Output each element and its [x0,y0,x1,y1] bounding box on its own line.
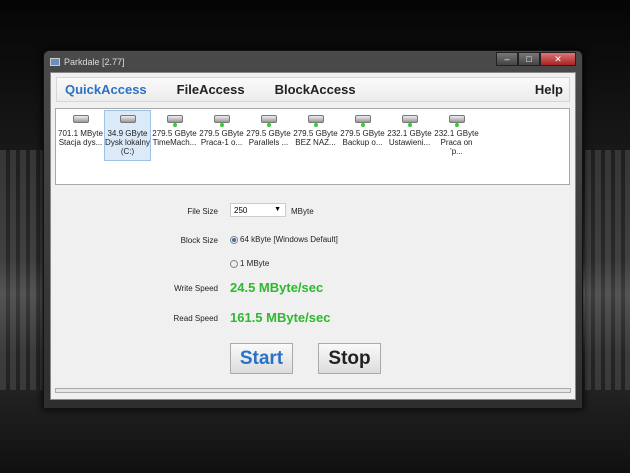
network-drive-icon [165,113,185,127]
drive-item[interactable]: 34.9 GByte Dysk lokalny (C:) [104,110,151,161]
tab-help[interactable]: Help [535,82,563,97]
drive-name: Ustawieni... [388,138,431,147]
file-size-value: 250 [234,206,248,215]
drive-item[interactable]: 279.5 GByte TimeMach... [151,110,198,161]
drive-item[interactable]: 279.5 GByte Praca-1 o... [198,110,245,161]
drive-size: 701.1 MByte [58,129,103,138]
drive-name: Dysk lokalny (C:) [105,138,150,156]
drive-item[interactable]: 279.5 GByte BEZ NAZ... [292,110,339,161]
block-option-label: 1 MByte [240,259,270,268]
drive-size: 279.5 GByte [152,129,197,138]
network-drive-icon [353,113,373,127]
hard-drive-icon [118,113,138,127]
drive-name: Parallels ... [248,138,289,147]
drive-name: Backup o... [342,138,383,147]
write-speed-label: Write Speed [174,284,218,293]
drive-name: Praca on 'p... [440,138,473,156]
stop-button[interactable]: Stop [318,343,381,374]
read-speed-value: 161.5 MByte/sec [230,310,331,325]
block-size-1m-radio[interactable]: 1 MByte [230,259,269,268]
minimize-button[interactable]: – [496,52,518,66]
drive-name: Praca-1 o... [200,138,243,147]
start-button[interactable]: Start [230,343,293,374]
drive-name: TimeMach... [152,138,197,147]
window-title: Parkdale [2.77] [64,57,125,67]
drive-size: 232.1 GByte [387,129,432,138]
close-button[interactable]: ✕ [540,52,576,66]
drive-item[interactable]: 279.5 GByte Parallels ... [245,110,292,161]
drive-item[interactable]: 279.5 GByte Backup o... [339,110,386,161]
drive-size: 232.1 GByte [434,129,479,138]
drive-item[interactable]: 232.1 GByte Praca on 'p... [433,110,480,161]
network-drive-icon [447,113,467,127]
progress-bar [55,388,571,393]
drive-size: 34.9 GByte [107,129,148,138]
client-area: QuickAccess FileAccess BlockAccess Help … [50,72,576,400]
drive-size: 279.5 GByte [293,129,338,138]
tab-bar: QuickAccess FileAccess BlockAccess Help [56,77,570,102]
network-drive-icon [306,113,326,127]
optical-drive-icon [71,113,91,127]
write-speed-value: 24.5 MByte/sec [230,280,324,295]
drive-size: 279.5 GByte [340,129,385,138]
drive-name: BEZ NAZ... [295,138,336,147]
drive-list: 701.1 MByte Stacja dys... 34.9 GByte Dys… [55,108,570,185]
network-drive-icon [212,113,232,127]
tab-blockaccess[interactable]: BlockAccess [275,82,356,97]
block-size-64k-radio[interactable]: 64 kByte [Windows Default] [230,235,338,244]
drive-size: 279.5 GByte [199,129,244,138]
file-size-label: File Size [187,207,218,216]
drive-size: 279.5 GByte [246,129,291,138]
background-city [0,150,45,390]
tab-fileaccess[interactable]: FileAccess [177,82,245,97]
tab-quickaccess[interactable]: QuickAccess [65,82,147,97]
file-size-unit: MByte [291,207,314,216]
app-window: Parkdale [2.77] – □ ✕ QuickAccess FileAc… [43,50,583,409]
drive-item[interactable]: 232.1 GByte Ustawieni... [386,110,433,161]
network-drive-icon [259,113,279,127]
drive-item[interactable]: 701.1 MByte Stacja dys... [57,110,104,161]
background-city [585,150,630,390]
maximize-button[interactable]: □ [518,52,540,66]
chevron-down-icon: ▼ [274,206,281,213]
radio-selected-icon [230,235,238,244]
drive-name: Stacja dys... [58,138,103,147]
file-size-select[interactable]: 250 ▼ [230,203,286,217]
app-icon [50,58,60,66]
read-speed-label: Read Speed [173,314,218,323]
radio-icon [230,259,238,268]
title-bar: Parkdale [2.77] [50,54,125,70]
block-size-label: Block Size [180,236,218,245]
network-drive-icon [400,113,420,127]
block-option-label: 64 kByte [Windows Default] [240,235,338,244]
